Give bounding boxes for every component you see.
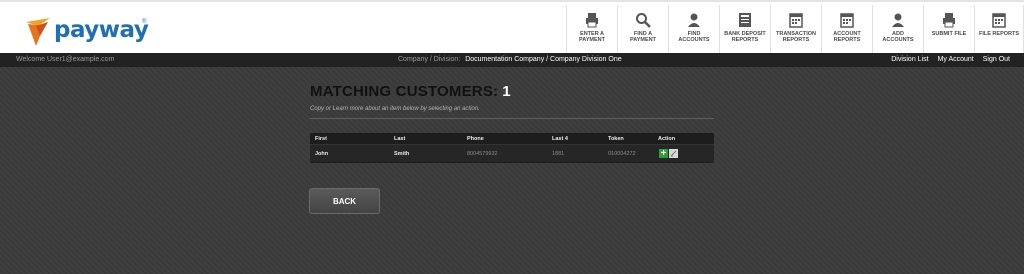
add-icon[interactable]: + — [659, 149, 668, 159]
user-icon — [890, 12, 906, 28]
nav-submit-file[interactable]: SUBMIT FILE — [923, 5, 974, 53]
result-count: 1 — [502, 83, 511, 100]
status-bar: Welcome User1@example.com Company / Divi… — [0, 53, 1024, 67]
sign-out-link[interactable]: Sign Out — [983, 56, 1010, 63]
nav-find-payment[interactable]: FIND A PAYMENT — [617, 5, 668, 53]
customers-table: First Last Phone Last 4 Token Action Joh… — [310, 133, 714, 163]
nav-label: FIND ACCOUNTS — [678, 31, 710, 43]
nav-transaction-reports[interactable]: TRANSACTION REPORTS — [770, 5, 821, 53]
nav-enter-payment[interactable]: ENTER A PAYMENT — [566, 5, 617, 53]
nav-label: TRANSACTION REPORTS — [775, 31, 817, 43]
account-links: Division List My Account Sign Out — [891, 56, 1010, 63]
calendar-icon — [839, 12, 855, 28]
logo-bird-icon — [26, 18, 50, 46]
calendar-icon — [788, 12, 804, 28]
nav-label: ENTER A PAYMENT — [579, 31, 605, 43]
search-icon — [635, 12, 651, 28]
payway-logo[interactable]: payway ® — [24, 16, 154, 50]
column-header-action: Action — [658, 135, 676, 142]
cell-token: 010004272 — [608, 150, 636, 157]
nav-label: ADD ACCOUNTS — [882, 31, 914, 43]
instruction-text: Copy or Learn more about an item below b… — [310, 106, 480, 112]
nav-add-accounts[interactable]: ADD ACCOUNTS — [872, 5, 923, 53]
column-header-first: First — [315, 135, 327, 142]
divider — [310, 118, 714, 119]
main-content: MATCHING CUSTOMERS: 1 Copy or Learn more … — [0, 67, 1024, 274]
printer-icon — [941, 12, 957, 28]
logo-text: payway — [54, 17, 149, 43]
cell-first: John — [315, 150, 329, 157]
row-actions: + — [659, 149, 678, 159]
nav-file-reports[interactable]: FILE REPORTS — [974, 5, 1024, 53]
column-header-last4: Last 4 — [552, 135, 568, 142]
printer-icon — [584, 12, 600, 28]
table-row: John Smith 8004579932 1881 010004272 + — [310, 144, 714, 162]
cell-phone: 8004579932 — [467, 150, 498, 157]
nav-label: ACCOUNT REPORTS — [833, 31, 861, 43]
logo-trademark: ® — [142, 19, 147, 25]
edit-icon[interactable] — [669, 149, 678, 158]
company-label: Company / Division: — [398, 56, 461, 63]
cell-last4: 1881 — [552, 150, 565, 157]
welcome-text: Welcome User1@example.com — [16, 56, 115, 63]
calendar-icon — [991, 12, 1007, 28]
main-nav: ENTER A PAYMENT FIND A PAYMENT FIND ACCO… — [566, 5, 1024, 53]
user-icon — [686, 12, 702, 28]
nav-label: FIND A PAYMENT — [630, 31, 656, 43]
column-header-last: Last — [394, 135, 406, 142]
table-header: First Last Phone Last 4 Token Action — [310, 133, 714, 144]
nav-label: SUBMIT FILE — [931, 31, 967, 37]
page-title: MATCHING CUSTOMERS: 1 — [310, 83, 511, 100]
nav-bank-deposit-reports[interactable]: BANK DEPOSIT REPORTS — [719, 5, 770, 53]
column-header-phone: Phone — [467, 135, 484, 142]
back-button[interactable]: BACK — [309, 188, 380, 214]
nav-label: BANK DEPOSIT REPORTS — [724, 31, 766, 43]
cell-last: Smith — [394, 150, 410, 157]
document-icon — [737, 12, 753, 28]
nav-find-accounts[interactable]: FIND ACCOUNTS — [668, 5, 719, 53]
company-division: Company / Division: Documentation Compan… — [398, 56, 622, 63]
nav-account-reports[interactable]: ACCOUNT REPORTS — [821, 5, 872, 53]
column-header-token: Token — [608, 135, 624, 142]
top-header: payway ® ENTER A PAYMENT FIND A PAYMENT … — [0, 0, 1024, 53]
nav-label: FILE REPORTS — [978, 31, 1020, 37]
page-title-text: MATCHING CUSTOMERS: — [310, 83, 499, 100]
division-list-link[interactable]: Division List — [891, 56, 928, 63]
company-value: Documentation Company / Company Division… — [465, 56, 622, 63]
my-account-link[interactable]: My Account — [938, 56, 974, 63]
